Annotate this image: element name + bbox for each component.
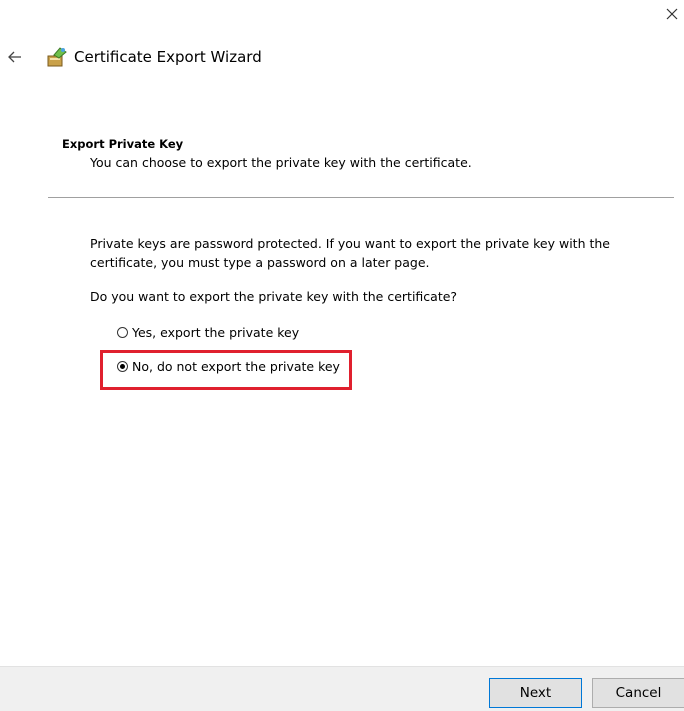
wizard-title: Certificate Export Wizard — [74, 48, 262, 66]
page-subtitle: You can choose to export the private key… — [90, 155, 472, 170]
highlight-annotation-box — [100, 350, 352, 390]
cancel-button[interactable]: Cancel — [592, 678, 684, 708]
radio-label-yes: Yes, export the private key — [132, 325, 300, 340]
question-text: Do you want to export the private key wi… — [90, 289, 458, 304]
certificate-wizard-icon — [46, 46, 68, 68]
radio-button-yes[interactable] — [117, 327, 128, 338]
header-divider — [48, 197, 674, 198]
next-button[interactable]: Next — [489, 678, 582, 708]
description-text: Private keys are password protected. If … — [90, 236, 610, 270]
radio-option-yes[interactable]: Yes, export the private key — [117, 325, 299, 340]
back-arrow-icon — [8, 51, 21, 63]
back-button[interactable] — [6, 48, 24, 66]
page-title: Export Private Key — [62, 137, 184, 151]
close-icon — [666, 8, 678, 20]
close-button[interactable] — [662, 4, 682, 24]
